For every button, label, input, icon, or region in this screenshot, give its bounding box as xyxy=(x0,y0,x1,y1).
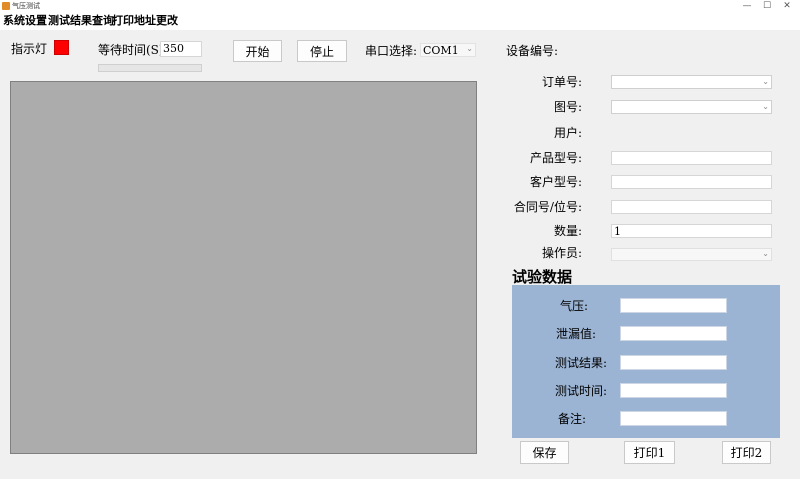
title-bar xyxy=(0,0,800,12)
port-select[interactable]: COM1 ⌄ xyxy=(420,43,476,57)
quantity-input[interactable]: 1 xyxy=(611,224,772,238)
chevron-down-icon: ⌄ xyxy=(762,102,769,111)
print2-button[interactable]: 打印2 xyxy=(722,441,771,464)
contract-number-label: 合同号/位号: xyxy=(513,200,582,214)
customer-model-label: 客户型号: xyxy=(529,175,582,189)
chevron-down-icon: ⌄ xyxy=(762,249,769,258)
remark-label: 备注: xyxy=(557,412,586,426)
pressure-input[interactable] xyxy=(620,298,727,313)
customer-model-input[interactable] xyxy=(611,175,772,189)
device-number-label: 设备编号: xyxy=(506,44,559,58)
menu-test-result-query[interactable]: 测试结果查询 xyxy=(48,14,114,28)
leak-value-label: 泄漏值: xyxy=(555,327,596,341)
remark-input[interactable] xyxy=(620,411,727,426)
product-model-label: 产品型号: xyxy=(529,151,582,165)
stop-button[interactable]: 停止 xyxy=(297,40,347,62)
port-label: 串口选择: xyxy=(365,44,418,58)
display-canvas xyxy=(10,81,477,454)
drawing-number-label: 图号: xyxy=(553,100,582,114)
window-title: 气压测试 xyxy=(12,2,40,10)
maximize-icon[interactable]: ☐ xyxy=(758,0,776,12)
indicator-label: 指示灯 xyxy=(11,42,48,56)
wait-time-input[interactable]: 350 xyxy=(160,41,202,57)
close-icon[interactable]: ✕ xyxy=(778,0,796,12)
start-button[interactable]: 开始 xyxy=(233,40,282,62)
user-field xyxy=(611,126,772,140)
print1-button[interactable]: 打印1 xyxy=(624,441,675,464)
port-select-value: COM1 xyxy=(423,44,459,57)
test-result-label: 测试结果: xyxy=(554,356,607,370)
operator-label: 操作员: xyxy=(541,246,582,260)
product-model-input[interactable] xyxy=(611,151,772,165)
pressure-label: 气压: xyxy=(559,299,588,313)
chevron-down-icon: ⌄ xyxy=(466,44,473,53)
app-icon xyxy=(2,2,10,10)
menu-system-settings[interactable]: 系统设置 xyxy=(3,14,47,28)
test-data-title: 试验数据 xyxy=(512,268,573,286)
chevron-down-icon: ⌄ xyxy=(762,77,769,86)
test-time-input[interactable] xyxy=(620,383,727,398)
quantity-label: 数量: xyxy=(553,224,582,238)
wait-time-label: 等待时间(S) xyxy=(98,43,164,57)
user-label: 用户: xyxy=(553,126,582,140)
progress-bar xyxy=(98,64,202,72)
save-button[interactable]: 保存 xyxy=(520,441,569,464)
drawing-number-select[interactable]: ⌄ xyxy=(611,100,772,114)
order-number-select[interactable]: ⌄ xyxy=(611,75,772,89)
test-time-label: 测试时间: xyxy=(554,384,607,398)
contract-number-input[interactable] xyxy=(611,200,772,214)
order-number-label: 订单号: xyxy=(541,75,582,89)
test-result-input[interactable] xyxy=(620,355,727,370)
operator-select[interactable]: ⌄ xyxy=(611,248,772,261)
minimize-icon[interactable]: — xyxy=(738,0,756,12)
menu-print-address-change[interactable]: 打印地址更改 xyxy=(112,14,178,28)
indicator-light xyxy=(54,40,69,55)
leak-value-input[interactable] xyxy=(620,326,727,341)
